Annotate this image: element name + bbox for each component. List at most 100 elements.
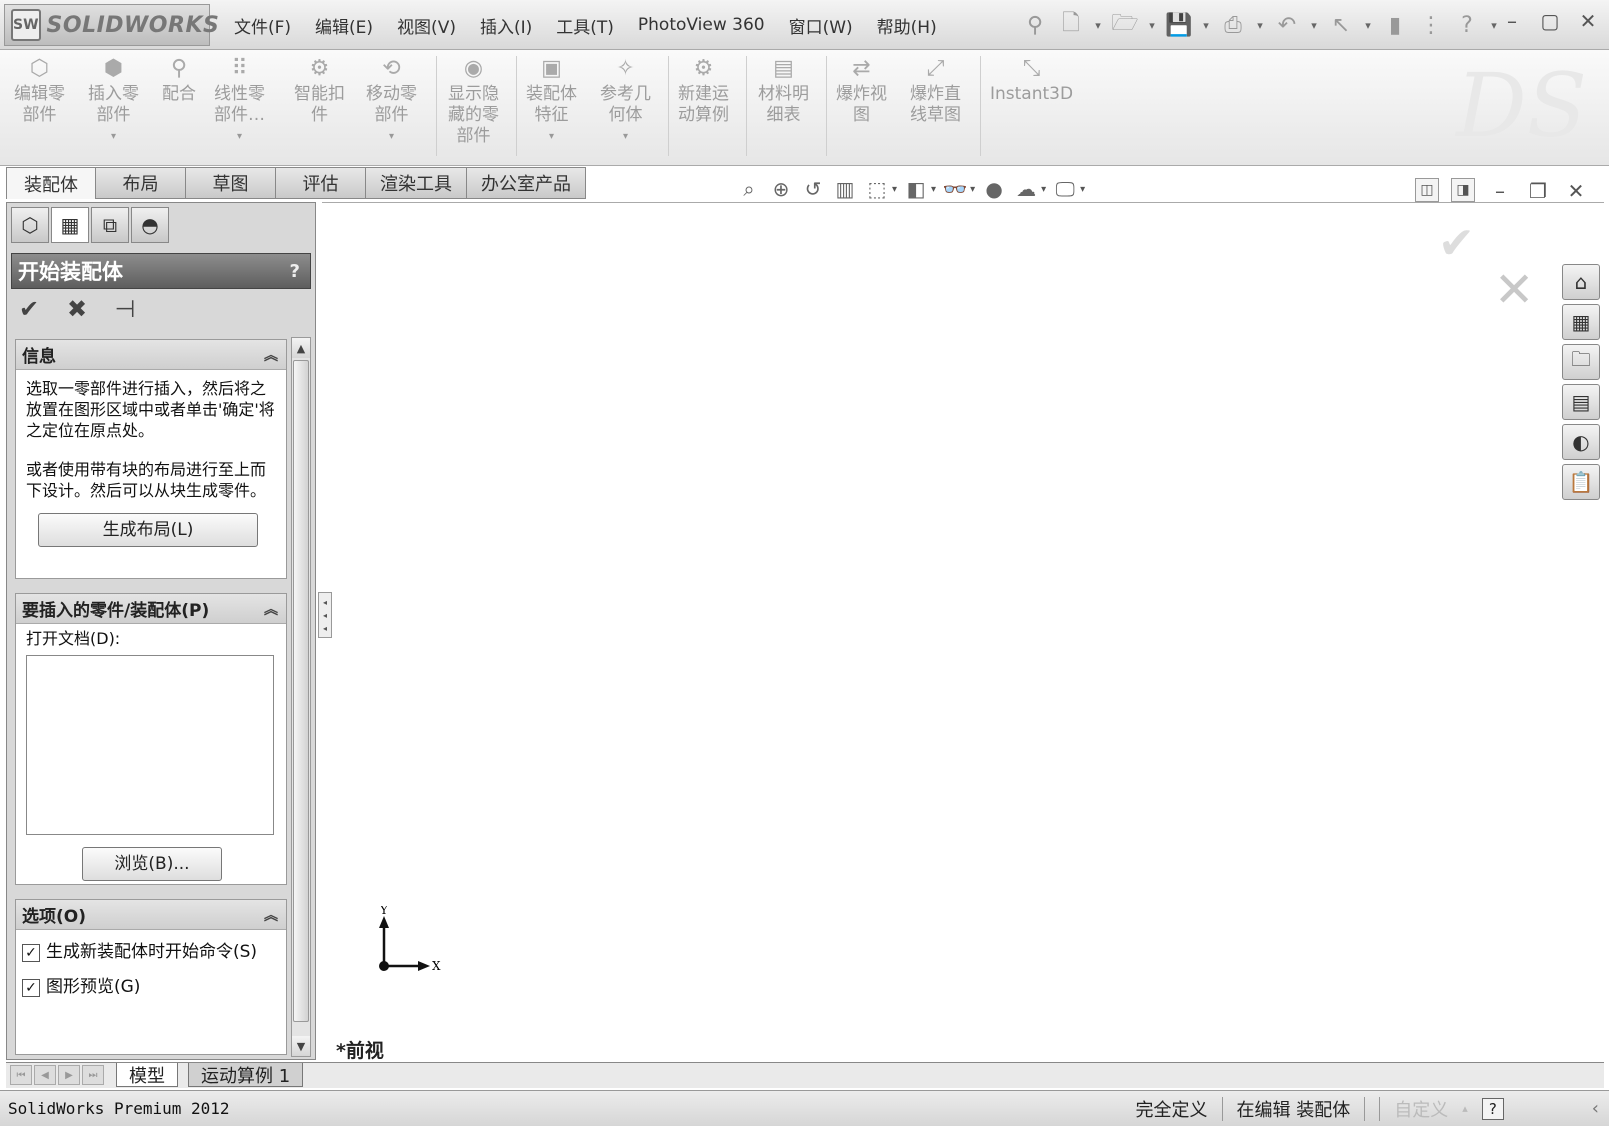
prev-tab-icon[interactable]: ◀: [34, 1065, 56, 1085]
next-tab-icon[interactable]: ▶: [58, 1065, 80, 1085]
exploded-view-button[interactable]: ⇄ 爆炸视 图: [836, 54, 887, 126]
view-palette-icon[interactable]: ▤: [1562, 384, 1600, 420]
view-orientation-icon[interactable]: ⬚: [864, 176, 890, 202]
graphics-preview-option[interactable]: ✓ 图形预览(G): [22, 977, 280, 998]
menu-insert[interactable]: 插入(I): [468, 13, 544, 38]
tab-layout[interactable]: 布局: [96, 167, 186, 199]
rebuild-icon[interactable]: ▮: [1380, 10, 1410, 40]
keep-visible-pin-icon[interactable]: ⊣: [111, 295, 139, 323]
ok-icon[interactable]: ✔: [15, 295, 43, 323]
tab-model[interactable]: 模型: [116, 1063, 178, 1087]
view-settings-icon[interactable]: 🖵: [1052, 176, 1078, 202]
feature-manager-tab-icon[interactable]: ⬡: [11, 207, 49, 243]
hide-show-items-icon[interactable]: 👓: [942, 176, 968, 202]
assembly-feature-dropdown[interactable]: ▾: [549, 126, 554, 147]
solidworks-logo[interactable]: SW SOLIDWORKS: [4, 4, 219, 46]
first-tab-icon[interactable]: ⏮: [10, 1065, 32, 1085]
tab-assembly[interactable]: 装配体: [6, 167, 96, 199]
save-icon[interactable]: 💾: [1164, 10, 1194, 40]
new-motion-study-button[interactable]: ⚙ 新建运 动算例: [678, 54, 729, 126]
print-icon[interactable]: ⎙: [1218, 10, 1248, 40]
move-component-dropdown[interactable]: ▾: [389, 126, 394, 147]
assembly-feature-button[interactable]: ▣ 装配体 特征 ▾: [526, 54, 577, 147]
scroll-thumb[interactable]: [293, 360, 309, 1022]
collapse-icon[interactable]: ︽: [264, 345, 278, 365]
help-button[interactable]: ?: [290, 261, 300, 282]
panel-splitter-handle[interactable]: ◂ ◂ ◂: [318, 592, 332, 638]
doc-close-icon[interactable]: ✕: [1563, 178, 1589, 204]
menu-file[interactable]: 文件(F): [222, 13, 303, 38]
viewport-single-icon[interactable]: ◫: [1415, 178, 1439, 202]
linear-pattern-dropdown[interactable]: ▾: [237, 126, 242, 147]
section-view-icon[interactable]: ▥: [832, 176, 858, 202]
collapse-icon[interactable]: ︽: [264, 599, 278, 619]
select-dropdown[interactable]: ▾: [1362, 19, 1374, 32]
units-dropdown-icon[interactable]: ▴: [1462, 1102, 1468, 1115]
menu-photoview[interactable]: PhotoView 360: [626, 15, 777, 35]
zoom-to-area-icon[interactable]: ⊕: [768, 176, 794, 202]
create-layout-button[interactable]: 生成布局(L): [38, 513, 258, 547]
part-group-header[interactable]: 要插入的零件/装配体(P) ︽: [16, 594, 286, 624]
configuration-manager-tab-icon[interactable]: ⧉: [91, 207, 129, 243]
file-explorer-icon[interactable]: 🗀: [1562, 344, 1600, 380]
print-dropdown[interactable]: ▾: [1254, 19, 1266, 32]
tab-sketch[interactable]: 草图: [186, 167, 276, 199]
status-help-button[interactable]: ?: [1481, 1097, 1504, 1120]
bom-button[interactable]: ▤ 材料明 细表: [758, 54, 809, 126]
view-settings-dropdown[interactable]: ▾: [1080, 184, 1085, 195]
close-icon[interactable]: ✕: [1575, 8, 1601, 34]
tab-motion-study-1[interactable]: 运动算例 1: [188, 1063, 304, 1087]
zoom-to-fit-icon[interactable]: ⌕: [736, 176, 762, 202]
apply-scene-icon[interactable]: ☁: [1013, 176, 1039, 202]
hide-show-dropdown[interactable]: ▾: [970, 184, 975, 195]
open-documents-list[interactable]: [26, 655, 274, 835]
scroll-up-icon[interactable]: ▲: [292, 338, 310, 358]
edit-appearance-icon[interactable]: ●: [981, 176, 1007, 202]
start-command-option[interactable]: ✓ 生成新装配体时开始命令(S): [22, 942, 280, 963]
menu-view[interactable]: 视图(V): [385, 13, 468, 38]
open-icon[interactable]: 🗁: [1110, 10, 1140, 40]
tab-evaluate[interactable]: 评估: [276, 167, 366, 199]
edit-component-button[interactable]: ⬡ 编辑零 部件: [14, 54, 65, 126]
browse-button[interactable]: 浏览(B)...: [82, 847, 222, 881]
linear-pattern-button[interactable]: ⠿ 线性零 部件… ▾: [214, 54, 265, 147]
info-group-header[interactable]: 信息 ︽: [16, 340, 286, 370]
pin-icon[interactable]: ⚲: [1020, 10, 1050, 40]
select-icon[interactable]: ↖: [1326, 10, 1356, 40]
property-manager-scrollbar[interactable]: ▲ ▼: [291, 337, 311, 1057]
new-dropdown[interactable]: ▾: [1092, 19, 1104, 32]
appearances-scenes-icon[interactable]: ◐: [1562, 424, 1600, 460]
display-style-dropdown[interactable]: ▾: [931, 184, 936, 195]
insert-component-dropdown[interactable]: ▾: [111, 126, 116, 147]
apply-scene-dropdown[interactable]: ▾: [1041, 184, 1046, 195]
cancel-icon[interactable]: ✖: [63, 295, 91, 323]
custom-properties-icon[interactable]: 📋: [1562, 464, 1600, 500]
menu-tools[interactable]: 工具(T): [544, 13, 626, 38]
display-manager-tab-icon[interactable]: ◓: [131, 207, 169, 243]
options-group-header[interactable]: 选项(O) ︽: [16, 900, 286, 930]
undo-dropdown[interactable]: ▾: [1308, 19, 1320, 32]
maximize-icon[interactable]: ▢: [1537, 8, 1563, 34]
tab-office-products[interactable]: 办公室产品: [467, 167, 586, 199]
undo-icon[interactable]: ↶: [1272, 10, 1302, 40]
move-component-button[interactable]: ⟲ 移动零 部件 ▾: [366, 54, 417, 147]
open-dropdown[interactable]: ▾: [1146, 19, 1158, 32]
view-orientation-dropdown[interactable]: ▾: [892, 184, 897, 195]
menu-help[interactable]: 帮助(H): [865, 13, 949, 38]
minimize-icon[interactable]: –: [1499, 8, 1525, 34]
reference-geometry-button[interactable]: ✧ 参考几 何体 ▾: [600, 54, 651, 147]
graphics-preview-checkbox[interactable]: ✓: [22, 979, 40, 997]
menu-window[interactable]: 窗口(W): [777, 13, 865, 38]
collapse-icon[interactable]: ︽: [264, 905, 278, 925]
menu-edit[interactable]: 编辑(E): [303, 13, 385, 38]
show-hidden-button[interactable]: ◉ 显示隐 藏的零 部件: [448, 54, 499, 147]
property-manager-tab-icon[interactable]: ▦: [51, 207, 89, 243]
doc-restore-icon[interactable]: ❐: [1525, 178, 1551, 204]
confirmation-ok-icon[interactable]: ✔: [1438, 218, 1475, 269]
doc-minimize-icon[interactable]: –: [1487, 178, 1513, 204]
new-document-icon[interactable]: 🗋: [1056, 10, 1086, 40]
collapse-status-icon[interactable]: ‹: [1592, 1098, 1599, 1119]
instant3d-button[interactable]: ⤡ Instant3D: [990, 54, 1073, 105]
display-style-icon[interactable]: ◧: [903, 176, 929, 202]
save-dropdown[interactable]: ▾: [1200, 19, 1212, 32]
